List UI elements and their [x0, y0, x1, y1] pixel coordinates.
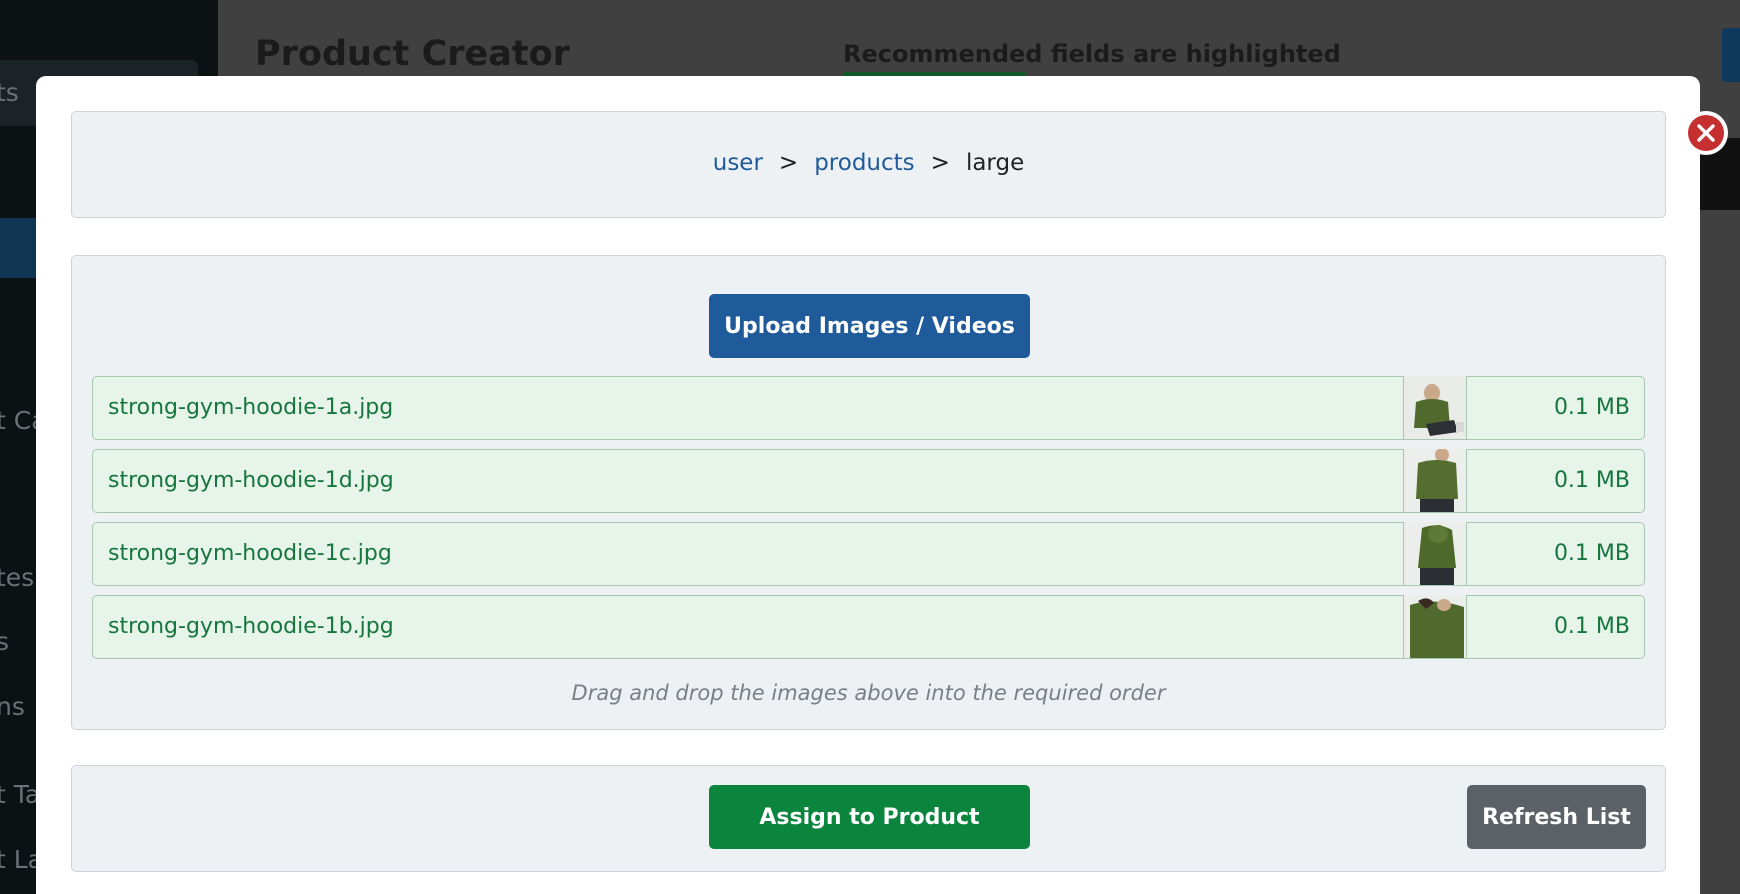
media-modal: user > products > large Upload Images / Vide…: [36, 76, 1728, 894]
file-name: strong-gym-hoodie-1c.jpg: [108, 541, 392, 566]
breadcrumb-separator: >: [778, 150, 799, 176]
breadcrumb-separator: >: [930, 150, 950, 176]
assign-to-product-button[interactable]: Assign to Product: [709, 785, 1030, 849]
file-size: 0.1 MB: [1553, 395, 1630, 420]
background-sidebar-item: tes: [0, 563, 35, 592]
breadcrumb-current: large: [965, 150, 1025, 176]
file-size: 0.1 MB: [1553, 541, 1630, 566]
file-thumbnail: [1403, 376, 1467, 439]
refresh-list-button[interactable]: Refresh List: [1467, 785, 1646, 849]
breadcrumb-products-link[interactable]: products: [814, 150, 914, 176]
upload-images-videos-button[interactable]: Upload Images / Videos: [709, 294, 1030, 358]
file-size: 0.1 MB: [1553, 614, 1630, 639]
background-page-title: Product Creator: [255, 34, 570, 74]
breadcrumb-panel: user > products > large: [71, 111, 1666, 218]
file-thumbnail: [1403, 449, 1467, 512]
drag-drop-hint: Drag and drop the images above into the …: [571, 681, 1166, 705]
file-name: strong-gym-hoodie-1a.jpg: [108, 395, 394, 420]
actions-panel: Assign to Product Refresh List: [71, 765, 1666, 872]
file-thumbnail: [1403, 522, 1467, 585]
file-name: strong-gym-hoodie-1b.jpg: [108, 614, 394, 639]
file-list: strong-gym-hoodie-1a.jpg 0.1 MB strong-g…: [92, 376, 1645, 668]
breadcrumb: user > products > large: [72, 150, 1665, 176]
file-thumbnail: [1403, 595, 1467, 658]
close-modal-button[interactable]: [1684, 111, 1728, 155]
background-sidebar-item: ns: [0, 692, 25, 721]
close-icon: [1688, 115, 1724, 151]
background-right-button: [1722, 28, 1740, 82]
file-row[interactable]: strong-gym-hoodie-1a.jpg 0.1 MB: [92, 376, 1645, 440]
background-sidebar-item: t Ta: [0, 780, 41, 809]
background-sidebar-item: ts: [0, 78, 19, 107]
file-row[interactable]: strong-gym-hoodie-1b.jpg 0.1 MB: [92, 595, 1645, 659]
uploads-panel: Upload Images / Videos strong-gym-hoodie…: [71, 255, 1666, 730]
file-row[interactable]: strong-gym-hoodie-1d.jpg 0.1 MB: [92, 449, 1645, 513]
file-row[interactable]: strong-gym-hoodie-1c.jpg 0.1 MB: [92, 522, 1645, 586]
breadcrumb-user-link[interactable]: user: [713, 150, 763, 176]
background-sidebar-item: s: [0, 627, 10, 656]
background-header-hint: Recommended fields are highlighted: [843, 40, 1341, 68]
file-size: 0.1 MB: [1553, 468, 1630, 493]
file-name: strong-gym-hoodie-1d.jpg: [108, 468, 394, 493]
